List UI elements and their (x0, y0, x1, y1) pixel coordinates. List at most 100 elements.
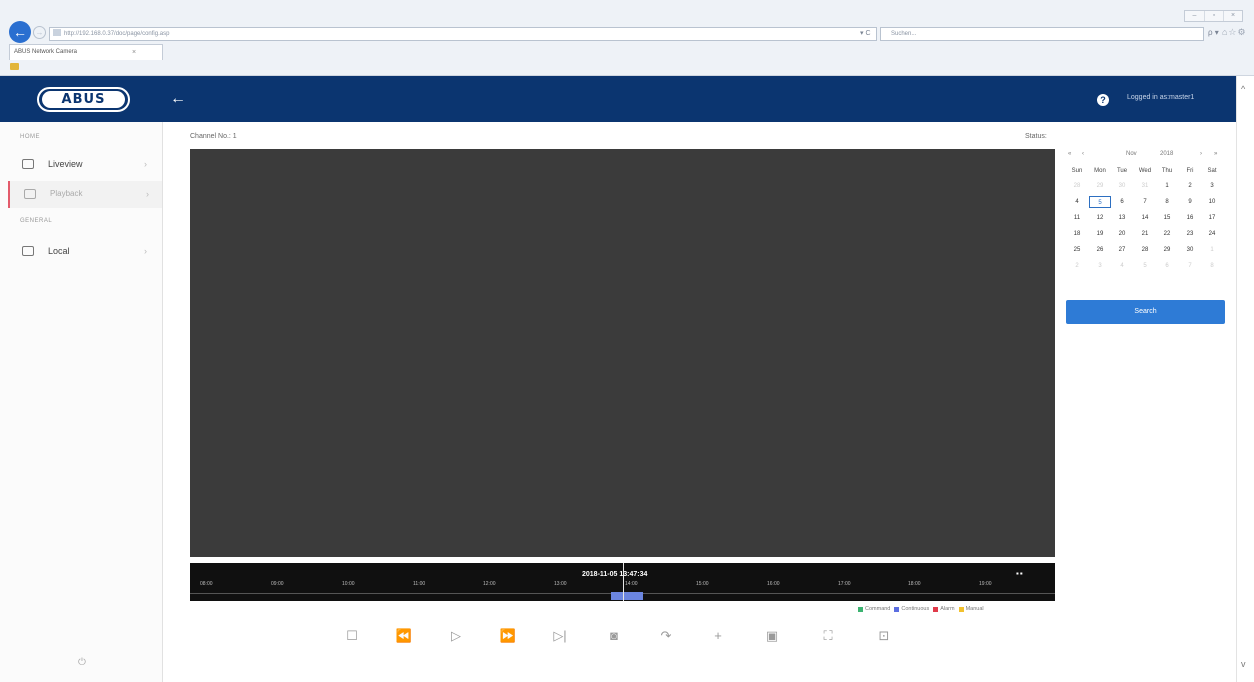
calendar-day[interactable]: 27 (1111, 244, 1133, 256)
calendar-day[interactable]: 25 (1066, 244, 1088, 256)
calendar-day[interactable]: 23 (1179, 228, 1201, 240)
calendar-day[interactable]: 5 (1089, 196, 1111, 208)
playback-timeline[interactable]: 08:00 09:00 10:00 11:00 12:00 13:00 14:00 15:00… (190, 563, 1055, 601)
zoom-button[interactable]: + (709, 627, 727, 645)
legend-item: Continuous (894, 606, 929, 612)
calendar-day[interactable]: 14 (1134, 212, 1156, 224)
calendar-day[interactable]: 22 (1156, 228, 1178, 240)
browser-chrome: ← → http://192.168.0.37/doc/page/config.… (0, 0, 1254, 76)
sidebar: HOME Liveview › Playback › GENERAL Local… (0, 122, 163, 682)
browser-tab[interactable]: ABUS Network Camera × (9, 44, 163, 60)
video-player[interactable] (190, 149, 1055, 557)
prev-month-icon[interactable]: ‹ (1082, 151, 1084, 157)
browser-toolbar-icons[interactable]: ⌂☆⚙ (1222, 27, 1247, 38)
slow-forward-button[interactable]: ⏪ (395, 627, 413, 645)
calendar-day[interactable]: 11 (1066, 212, 1088, 224)
calendar-day[interactable]: 7 (1179, 260, 1201, 272)
timeline-tick-label: 11:00 (413, 581, 426, 587)
minimize-button[interactable]: – (1185, 11, 1204, 21)
tab-close-icon[interactable]: × (132, 45, 136, 60)
search-button[interactable]: Search (1066, 300, 1225, 324)
calendar-day[interactable]: 2 (1179, 180, 1201, 192)
next-year-icon[interactable]: » (1214, 151, 1217, 157)
calendar-day[interactable]: 16 (1179, 212, 1201, 224)
calendar-day[interactable]: 10 (1201, 196, 1223, 208)
calendar-day[interactable]: 13 (1111, 212, 1133, 224)
sidebar-item-label: Liveview (48, 159, 83, 169)
scroll-up-icon[interactable]: ^ (1241, 84, 1245, 94)
calendar-day[interactable]: 31 (1134, 180, 1156, 192)
calendar-day[interactable]: 8 (1201, 260, 1223, 272)
header-back-icon[interactable]: ← (170, 90, 186, 108)
power-icon[interactable]: ⏻ (78, 657, 86, 668)
monitor-icon (22, 246, 34, 256)
calendar-day[interactable]: 4 (1111, 260, 1133, 272)
browser-back-button[interactable]: ← (9, 21, 31, 43)
calendar-day[interactable]: 7 (1134, 196, 1156, 208)
calendar-day[interactable]: 6 (1156, 260, 1178, 272)
close-window-button[interactable]: × (1223, 11, 1242, 21)
prev-year-icon[interactable]: « (1068, 151, 1071, 157)
timeline-zoom-icon[interactable]: ▪▪ (1016, 569, 1024, 578)
calendar-day[interactable]: 12 (1089, 212, 1111, 224)
sidebar-item-playback[interactable]: Playback › (8, 181, 162, 208)
calendar-day[interactable]: 29 (1089, 180, 1111, 192)
search-icon[interactable]: ρ ▾ (1208, 28, 1219, 37)
sidebar-item-local[interactable]: Local › (8, 238, 162, 265)
calendar-day[interactable]: 8 (1156, 196, 1178, 208)
chevron-right-icon: › (144, 159, 147, 169)
single-frame-button[interactable]: ▷| (551, 627, 569, 645)
calendar-day[interactable]: 3 (1201, 180, 1223, 192)
calendar-day[interactable]: 26 (1089, 244, 1111, 256)
record-type-legend: Command Continuous Alarm Manual (858, 606, 984, 612)
stop-button[interactable]: ☐ (343, 627, 361, 645)
fast-forward-button[interactable]: ⏩ (499, 627, 517, 645)
address-bar[interactable]: http://192.168.0.37/doc/page/config.asp (49, 27, 877, 41)
timeline-tick-label: 15:00 (696, 581, 709, 587)
capture-button[interactable]: ◙ (605, 627, 623, 645)
play-button[interactable]: ▷ (447, 627, 465, 645)
download-button[interactable]: ▣ (763, 627, 781, 645)
recording-segment[interactable] (611, 592, 643, 600)
browser-search-input[interactable]: Suchen... (880, 27, 1204, 41)
calendar-day[interactable]: 29 (1156, 244, 1178, 256)
browser-forward-button[interactable]: → (33, 26, 46, 39)
fullscreen-button[interactable]: ⛶ (819, 627, 837, 645)
scroll-down-icon[interactable]: v (1241, 659, 1246, 669)
refresh-icon[interactable]: ▾ C (860, 29, 871, 37)
calendar-day[interactable]: 18 (1066, 228, 1088, 240)
calendar-day[interactable]: 19 (1089, 228, 1111, 240)
calendar-day[interactable]: 30 (1179, 244, 1201, 256)
calendar-day[interactable]: 15 (1156, 212, 1178, 224)
help-icon[interactable]: ? (1097, 94, 1109, 106)
calendar-day[interactable]: 3 (1089, 260, 1111, 272)
calendar-day[interactable]: 30 (1111, 180, 1133, 192)
calendar-day[interactable]: 4 (1066, 196, 1088, 208)
calendar-month[interactable]: Nov (1126, 151, 1137, 157)
sidebar-item-label: Local (48, 246, 70, 256)
export-button[interactable]: ⊡ (875, 627, 893, 645)
calendar-day[interactable]: 21 (1134, 228, 1156, 240)
calendar-day[interactable]: 28 (1134, 244, 1156, 256)
calendar-day[interactable]: 17 (1201, 212, 1223, 224)
sidebar-item-liveview[interactable]: Liveview › (8, 151, 162, 178)
calendar-day[interactable]: 5 (1134, 260, 1156, 272)
calendar-year[interactable]: 2018 (1160, 151, 1173, 157)
calendar-day[interactable]: 20 (1111, 228, 1133, 240)
calendar-day[interactable]: 6 (1111, 196, 1133, 208)
calendar-weekday: Thu (1161, 168, 1173, 174)
clip-button[interactable]: ↷ (657, 627, 675, 645)
chevron-right-icon: › (144, 246, 147, 256)
favorites-icon[interactable] (10, 63, 19, 70)
app-header: ABUS ← ? Logged in as:master1 (0, 76, 1236, 122)
calendar-day[interactable]: 1 (1201, 244, 1223, 256)
channel-label: Channel No.: 1 (190, 133, 237, 140)
vertical-scrollbar[interactable]: ^ v (1236, 76, 1254, 682)
calendar-day[interactable]: 24 (1201, 228, 1223, 240)
next-month-icon[interactable]: › (1200, 151, 1202, 157)
calendar-day[interactable]: 2 (1066, 260, 1088, 272)
calendar-day[interactable]: 28 (1066, 180, 1088, 192)
calendar-day[interactable]: 1 (1156, 180, 1178, 192)
calendar-day[interactable]: 9 (1179, 196, 1201, 208)
maximize-button[interactable]: ▫ (1204, 11, 1223, 21)
